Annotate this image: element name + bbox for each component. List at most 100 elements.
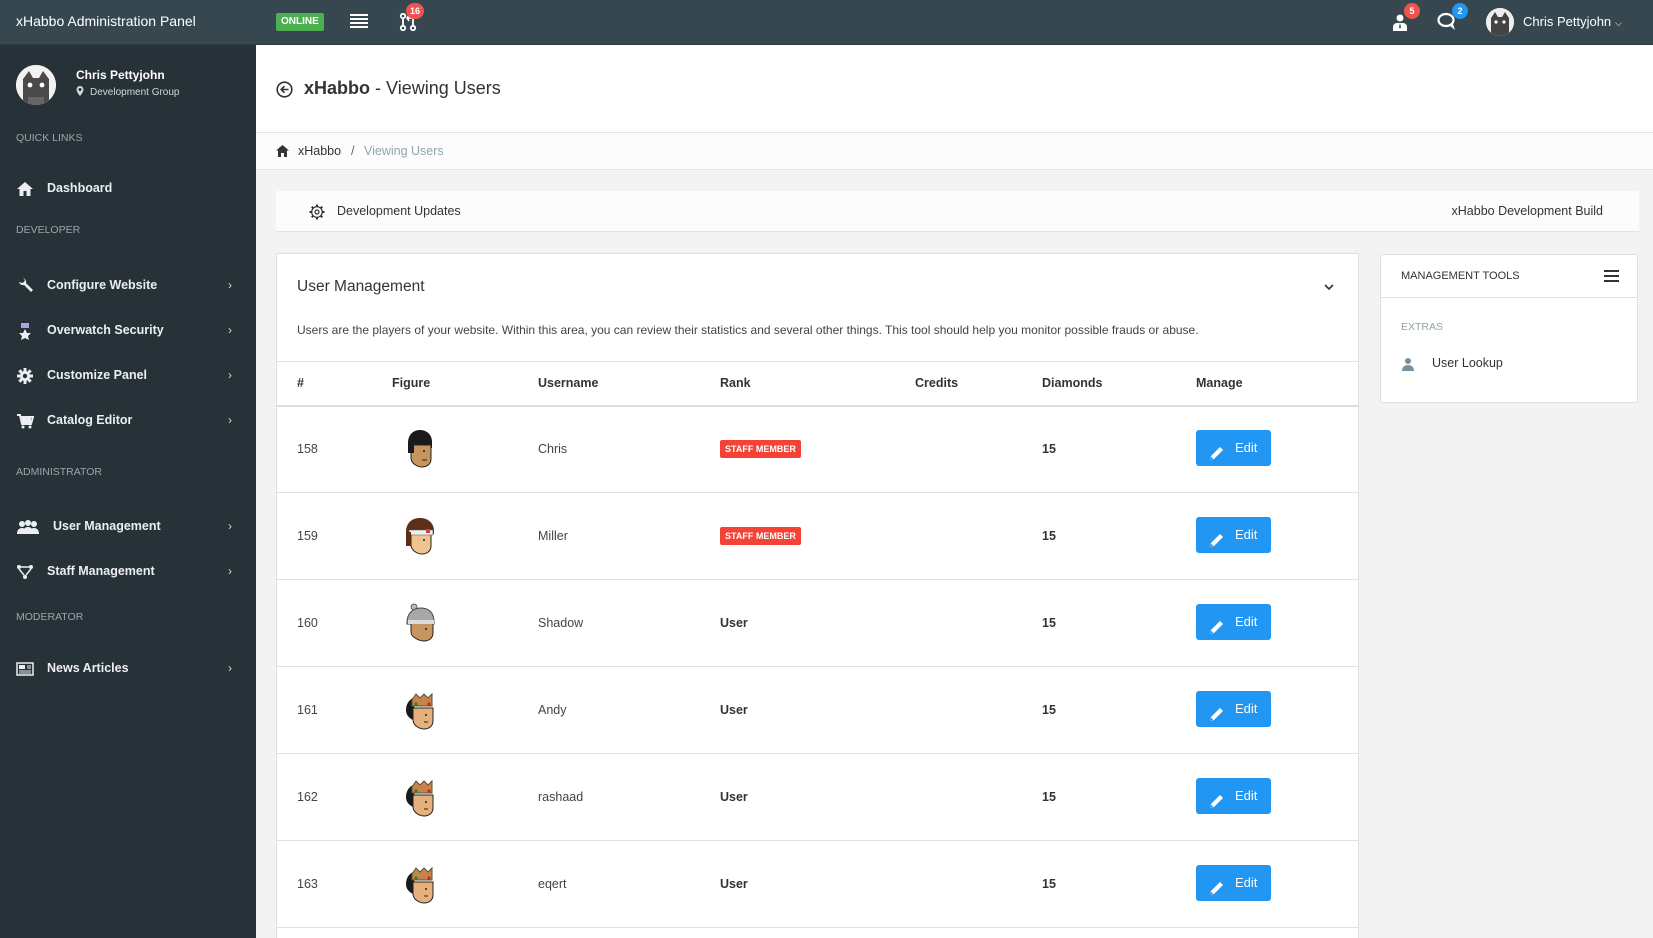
edit-button-label: Edit bbox=[1235, 874, 1258, 890]
credits-cell bbox=[915, 579, 1042, 667]
users-icon bbox=[17, 520, 39, 534]
sidebar-section-administrator: Administrator bbox=[16, 466, 102, 478]
chevron-down-icon[interactable] bbox=[1322, 280, 1336, 294]
chevron-right-icon: › bbox=[228, 519, 232, 533]
top-user-avatar[interactable] bbox=[1486, 8, 1514, 36]
column-header-manage: Manage bbox=[1196, 361, 1358, 407]
user-lookup-link[interactable]: User Lookup bbox=[1401, 355, 1621, 375]
sidebar-item-label: Catalog Editor bbox=[47, 413, 133, 427]
sidebar-profile: Chris Pettyjohn Development Group bbox=[16, 65, 246, 107]
build-label: xHabbo Development Build bbox=[1451, 204, 1603, 218]
sidebar-item-label: News Articles bbox=[47, 661, 129, 675]
cart-icon bbox=[17, 414, 34, 429]
sidebar-item-label: Customize Panel bbox=[47, 368, 148, 382]
user-menu-dropdown[interactable]: Chris Pettyjohn ⌵ bbox=[1523, 14, 1622, 29]
edit-button-label: Edit bbox=[1235, 700, 1258, 716]
rank-cell: User bbox=[720, 840, 915, 928]
rank-label: User bbox=[720, 703, 748, 717]
home-icon[interactable] bbox=[276, 145, 289, 157]
user-id-cell: 162 bbox=[277, 753, 392, 841]
sidebar-item-user-management[interactable]: User Management › bbox=[0, 509, 256, 545]
card-title: User Management bbox=[297, 278, 425, 295]
username-cell: rashaad bbox=[538, 753, 720, 841]
username-cell: Shadow bbox=[538, 579, 720, 667]
edit-user-button[interactable]: Edit bbox=[1196, 429, 1271, 466]
figure-cell bbox=[392, 492, 538, 580]
column-header-username[interactable]: Username bbox=[538, 361, 720, 407]
sidebar-item-dashboard[interactable]: Dashboard bbox=[0, 171, 256, 207]
edit-user-button[interactable]: Edit bbox=[1196, 516, 1271, 553]
rank-cell: STAFF MEMBER bbox=[720, 492, 915, 580]
newspaper-icon bbox=[16, 662, 34, 676]
pencil-icon bbox=[1208, 527, 1225, 547]
sidebar-user-name: Chris Pettyjohn bbox=[76, 68, 165, 82]
sidebar-group-label: Development Group bbox=[90, 87, 180, 98]
pencil-icon bbox=[1208, 614, 1225, 634]
edit-button-label: Edit bbox=[1235, 439, 1258, 455]
staff-member-badge: STAFF MEMBER bbox=[720, 440, 801, 459]
staff-member-badge: STAFF MEMBER bbox=[720, 527, 801, 545]
user-lookup-label: User Lookup bbox=[1432, 356, 1503, 370]
sidebar-item-staff-management[interactable]: Staff Management › bbox=[0, 554, 256, 590]
rank-label: User bbox=[720, 790, 748, 804]
column-header-diamonds[interactable]: Diamonds bbox=[1042, 361, 1196, 407]
diamonds-cell: 15 bbox=[1042, 405, 1196, 493]
habbo-figure-avatar bbox=[402, 603, 438, 643]
menu-toggle-icon[interactable] bbox=[350, 14, 368, 30]
hamburger-menu-icon[interactable] bbox=[1604, 270, 1619, 282]
credits-cell bbox=[915, 666, 1042, 754]
table-row: 163 eqert User 15 Edit bbox=[277, 840, 1358, 928]
credits-cell bbox=[915, 840, 1042, 928]
column-header-figure[interactable]: Figure bbox=[392, 361, 538, 407]
sidebar-item-overwatch-security[interactable]: Overwatch Security › bbox=[0, 313, 256, 349]
medal-icon bbox=[19, 323, 31, 340]
rank-label: User bbox=[720, 616, 748, 630]
page-title: xHabbo - Viewing Users bbox=[304, 78, 501, 99]
table-row: 160 Shadow User 15 Edit bbox=[277, 579, 1358, 667]
sidebar-item-news-articles[interactable]: News Articles › bbox=[0, 651, 256, 687]
chevron-right-icon: › bbox=[228, 413, 232, 427]
user-id-cell: 159 bbox=[277, 492, 392, 580]
management-tools-title: Management Tools bbox=[1401, 270, 1520, 282]
username-cell: Andy bbox=[538, 666, 720, 754]
column-header-id[interactable]: # bbox=[277, 361, 392, 407]
pencil-icon bbox=[1208, 701, 1225, 721]
rank-cell: User bbox=[720, 666, 915, 754]
diamonds-cell: 15 bbox=[1042, 753, 1196, 841]
table-row: 158 Chris STAFF MEMBER 15 Edit bbox=[277, 405, 1358, 493]
user-id-cell: 163 bbox=[277, 840, 392, 928]
breadcrumb-home-link[interactable]: xHabbo bbox=[298, 144, 341, 158]
sidebar-item-customize-panel[interactable]: Customize Panel › bbox=[0, 358, 256, 394]
sidebar-item-configure-website[interactable]: Configure Website › bbox=[0, 268, 256, 304]
user-id-cell: 160 bbox=[277, 579, 392, 667]
sidebar-item-catalog-editor[interactable]: Catalog Editor › bbox=[0, 403, 256, 439]
development-updates-link[interactable]: Development Updates bbox=[337, 204, 461, 218]
management-tools-panel: Management Tools Extras User Lookup bbox=[1380, 254, 1638, 403]
chevron-right-icon: › bbox=[228, 368, 232, 382]
figure-cell bbox=[392, 579, 538, 667]
pencil-icon bbox=[1208, 788, 1225, 808]
top-navbar: xHabbo Administration Panel ONLINE 16 5 … bbox=[0, 0, 1653, 45]
figure-cell bbox=[392, 840, 538, 928]
edit-user-button[interactable]: Edit bbox=[1196, 777, 1271, 814]
habbo-figure-avatar bbox=[402, 864, 438, 904]
chat-count-badge: 2 bbox=[1452, 3, 1468, 19]
manage-cell: Edit bbox=[1196, 492, 1358, 580]
sidebar-avatar[interactable] bbox=[16, 65, 56, 105]
sidebar-item-label: Overwatch Security bbox=[47, 323, 164, 337]
edit-user-button[interactable]: Edit bbox=[1196, 690, 1271, 727]
habbo-figure-avatar bbox=[402, 516, 438, 556]
gear-icon bbox=[17, 368, 33, 384]
development-updates-bar: Development Updates xHabbo Development B… bbox=[276, 191, 1639, 232]
chevron-down-icon: ⌵ bbox=[1615, 18, 1622, 28]
column-header-rank[interactable]: Rank bbox=[720, 361, 915, 407]
edit-user-button[interactable]: Edit bbox=[1196, 864, 1271, 901]
app-brand[interactable]: xHabbo Administration Panel bbox=[16, 13, 196, 29]
manage-cell: Edit bbox=[1196, 405, 1358, 493]
edit-user-button[interactable]: Edit bbox=[1196, 603, 1271, 640]
diamonds-cell: 15 bbox=[1042, 492, 1196, 580]
gear-icon bbox=[309, 204, 325, 220]
manage-cell: Edit bbox=[1196, 840, 1358, 928]
back-arrow-icon[interactable] bbox=[276, 81, 293, 98]
column-header-credits[interactable]: Credits bbox=[915, 361, 1042, 407]
